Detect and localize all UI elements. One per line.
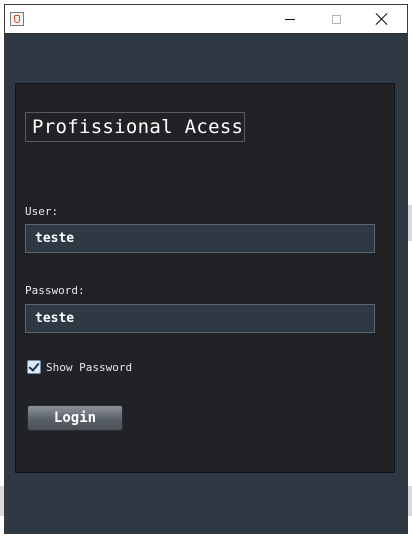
- show-password-toggle[interactable]: Show Password: [27, 360, 132, 374]
- minimize-icon: [285, 18, 295, 20]
- user-input[interactable]: [25, 224, 375, 253]
- maximize-button[interactable]: [313, 5, 359, 33]
- app-window: Profissional Acess User: Password: Show …: [4, 4, 408, 534]
- title-bar: [5, 5, 407, 34]
- close-button[interactable]: [359, 5, 405, 33]
- show-password-label: Show Password: [46, 360, 133, 374]
- background-window-strip: [408, 205, 412, 241]
- user-label: User:: [25, 205, 59, 218]
- window-content: Profissional Acess User: Password: Show …: [5, 34, 407, 533]
- checkbox-checked-icon[interactable]: [27, 360, 41, 374]
- login-button[interactable]: Login: [27, 405, 123, 431]
- maximize-icon: [331, 14, 341, 24]
- form-heading: Profissional Acess: [25, 112, 245, 142]
- background-window-strip: [408, 486, 412, 516]
- minimize-button[interactable]: [267, 5, 313, 33]
- java-cup-icon: [10, 12, 24, 26]
- close-icon: [376, 13, 388, 25]
- password-input[interactable]: [25, 304, 375, 333]
- login-panel: Profissional Acess User: Password: Show …: [15, 83, 395, 473]
- password-label: Password:: [25, 284, 85, 297]
